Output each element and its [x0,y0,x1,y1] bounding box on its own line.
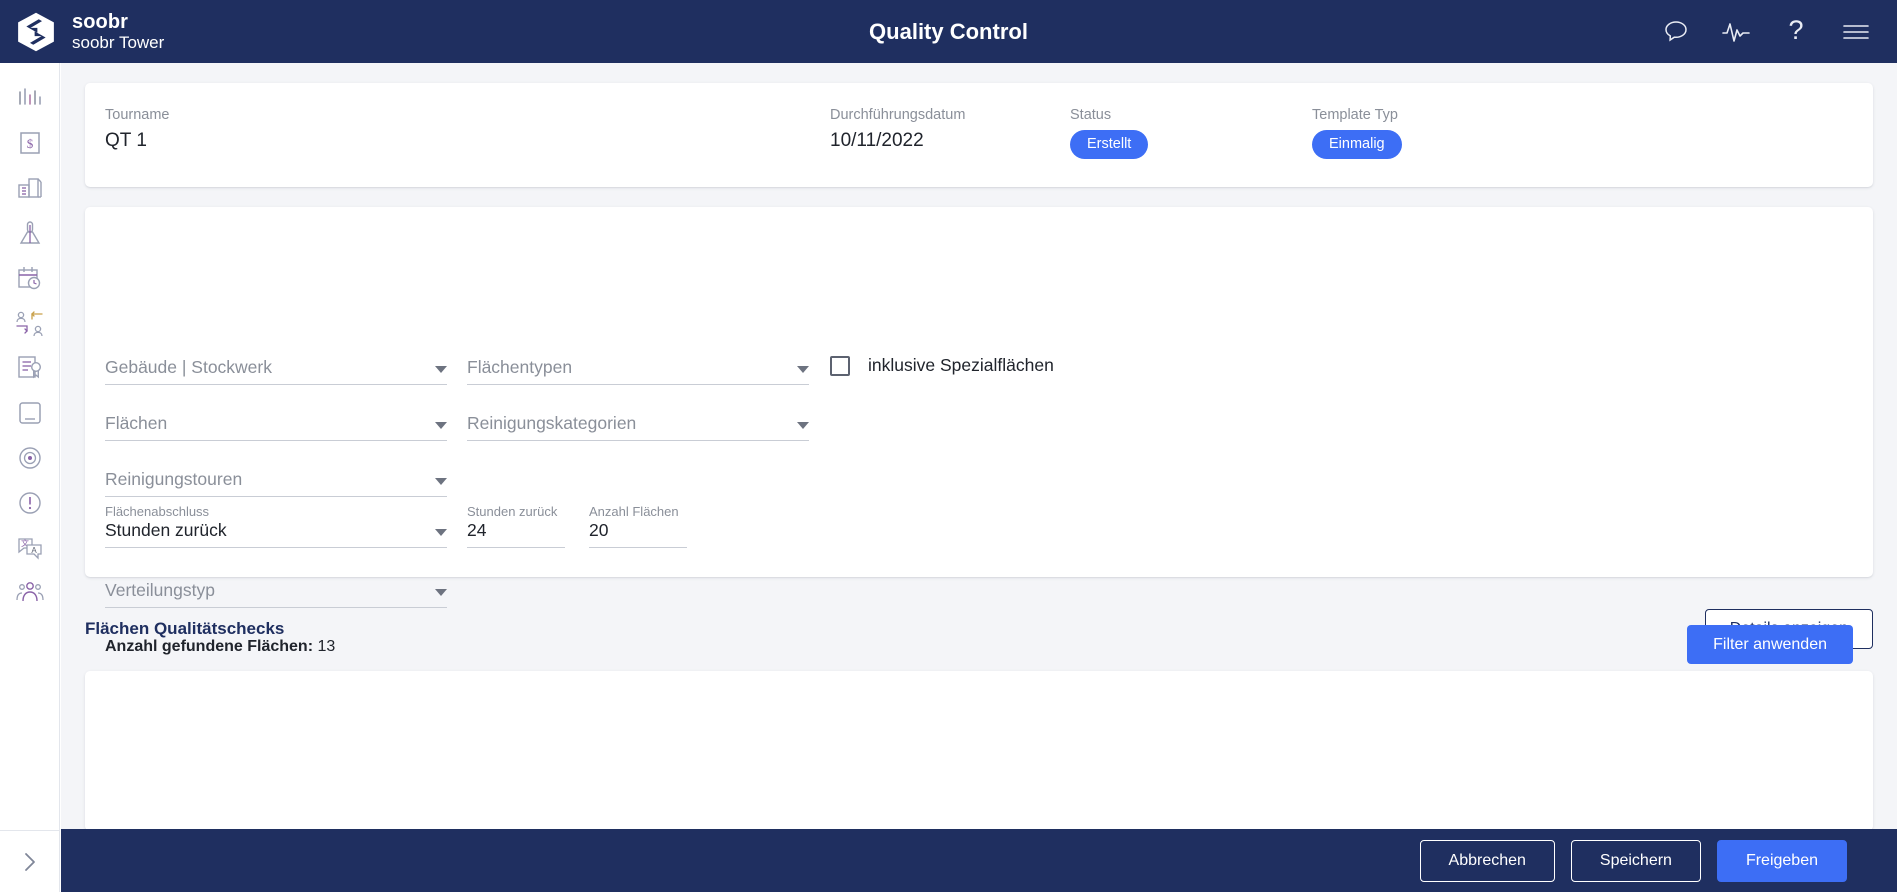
flaechentypen-placeholder: Flächentypen [467,357,573,377]
field-verteilungstyp[interactable]: Verteilungstyp [105,580,447,608]
dollar-document-icon: $ [19,131,40,154]
reinigungstouren-placeholder: Reinigungstouren [105,469,243,489]
user-transfer-icon [15,310,43,336]
summary-date: Durchführungsdatum 10/11/2022 [830,107,965,152]
page-title: Quality Control [869,18,1028,44]
calendar-clock-icon [17,266,40,289]
save-button[interactable]: Speichern [1570,839,1701,882]
sidebar-item-assignments[interactable] [0,300,60,345]
svg-text:A: A [31,546,37,555]
help-icon-glyph: ? [1788,14,1804,45]
filter-card: Gebäude | Stockwerk Flächentypen Flächen… [85,207,1873,664]
found-count-value: 13 [317,638,336,655]
field-anzahl-flaechen[interactable]: Anzahl Flächen 20 [589,503,687,548]
help-icon[interactable]: ? [1781,14,1811,47]
summary-tourname: Tourname QT 1 [105,107,169,152]
tour-summary-card: Tourname QT 1 Durchführungsdatum 10/11/2… [85,83,1873,187]
apply-filter-button[interactable]: Filter anwenden [1687,625,1853,664]
field-reinigungskategorien[interactable]: Reinigungskategorien [467,413,809,441]
status-badge: Erstellt [1070,130,1149,159]
svg-text:$: $ [26,136,33,151]
chevron-down-icon [435,422,447,429]
users-icon [15,581,44,601]
top-bar-actions: ? [1661,14,1897,47]
brand-subtitle: soobr Tower [72,33,165,53]
field-flaechenabschluss[interactable]: Flächenabschluss Stunden zurück [105,503,447,548]
target-icon [18,446,41,469]
checkbox-label: inklusive Spezialflächen [868,355,1054,375]
chevron-down-icon [797,422,809,429]
gebaeude-placeholder: Gebäude | Stockwerk [105,357,272,377]
building-icon [17,177,42,198]
sidebar: $ 文 A [0,63,60,892]
broom-icon [19,220,40,244]
field-gebaeude-stockwerk[interactable]: Gebäude | Stockwerk [105,357,447,385]
flaechenabschluss-label: Flächenabschluss [105,504,210,519]
date-value: 10/11/2022 [830,130,924,151]
brand-name: soobr [72,10,129,33]
field-stunden-zurueck[interactable]: Stunden zurück 24 [467,503,565,548]
sidebar-expand-button[interactable] [0,830,60,892]
translate-icon: 文 A [17,538,42,560]
quality-checks-card [85,671,1873,829]
release-button[interactable]: Freigeben [1716,839,1847,882]
cancel-button[interactable]: Abbrechen [1419,839,1555,882]
stunden-zurueck-value: 24 [467,520,487,540]
summary-template-type: Template Typ Einmalig [1312,107,1402,159]
chevron-right-icon [24,852,35,871]
chevron-down-icon [435,478,447,485]
date-label: Durchführungsdatum [830,107,966,123]
tablet-icon [18,401,41,424]
chat-icon[interactable] [1661,17,1691,47]
section-title: Flächen Qualitätschecks [85,619,285,638]
sidebar-item-statistics[interactable] [0,75,60,120]
chevron-down-icon [435,589,447,596]
verteilungstyp-placeholder: Verteilungstyp [105,580,215,600]
status-label: Status [1070,107,1112,123]
bar-chart-icon [18,87,41,105]
chevron-down-icon [435,529,447,536]
field-flaechentypen[interactable]: Flächentypen [467,357,809,385]
field-reinigungstouren[interactable]: Reinigungstouren [105,469,447,497]
sidebar-item-tracking[interactable] [0,435,60,480]
sidebar-item-cleaning[interactable] [0,210,60,255]
reinigungskategorien-placeholder: Reinigungskategorien [467,413,637,433]
checkbox-spezialflaechen[interactable]: inklusive Spezialflächen [830,355,1054,376]
found-count-row: Anzahl gefundene Flächen: 13 [105,638,335,656]
chevron-down-icon [435,366,447,373]
template-type-label: Template Typ [1312,107,1398,123]
main-content: Tourname QT 1 Durchführungsdatum 10/11/2… [61,63,1897,829]
anzahl-flaechen-label: Anzahl Flächen [589,504,679,519]
template-type-badge: Einmalig [1312,130,1402,159]
sidebar-item-teams[interactable] [0,570,60,615]
sidebar-items: $ 文 A [0,63,60,615]
found-count-label: Anzahl gefundene Flächen: [105,638,314,655]
chevron-down-icon [797,366,809,373]
flaechenabschluss-value: Stunden zurück [105,520,227,540]
sidebar-item-quality-control[interactable] [0,345,60,390]
sidebar-item-costs[interactable]: $ [0,120,60,165]
flaechen-placeholder: Flächen [105,413,168,433]
top-bar: soobr soobr Tower Quality Control ? [0,0,1897,63]
sidebar-item-translations[interactable]: 文 A [0,525,60,570]
anzahl-flaechen-value: 20 [589,520,609,540]
sidebar-item-alerts[interactable] [0,480,60,525]
field-flaechen[interactable]: Flächen [105,413,447,441]
brand[interactable]: soobr soobr Tower [0,10,164,54]
tourname-value: QT 1 [105,130,147,151]
soobr-logo-icon [18,12,54,51]
tourname-label: Tourname [105,107,170,123]
sidebar-item-schedule[interactable] [0,255,60,300]
activity-icon[interactable] [1721,17,1751,47]
alert-circle-icon [18,491,41,514]
footer-action-bar: Abbrechen Speichern Freigeben [61,829,1897,892]
stunden-zurueck-label: Stunden zurück [467,504,558,519]
menu-icon[interactable] [1841,17,1871,47]
sidebar-item-buildings[interactable] [0,165,60,210]
checkbox-box[interactable] [830,355,850,376]
document-badge-icon [17,355,41,378]
summary-status: Status Erstellt [1070,107,1149,159]
sidebar-item-tablet[interactable] [0,390,60,435]
section-header: Flächen Qualitätschecks Details anzeigen [85,599,1873,659]
